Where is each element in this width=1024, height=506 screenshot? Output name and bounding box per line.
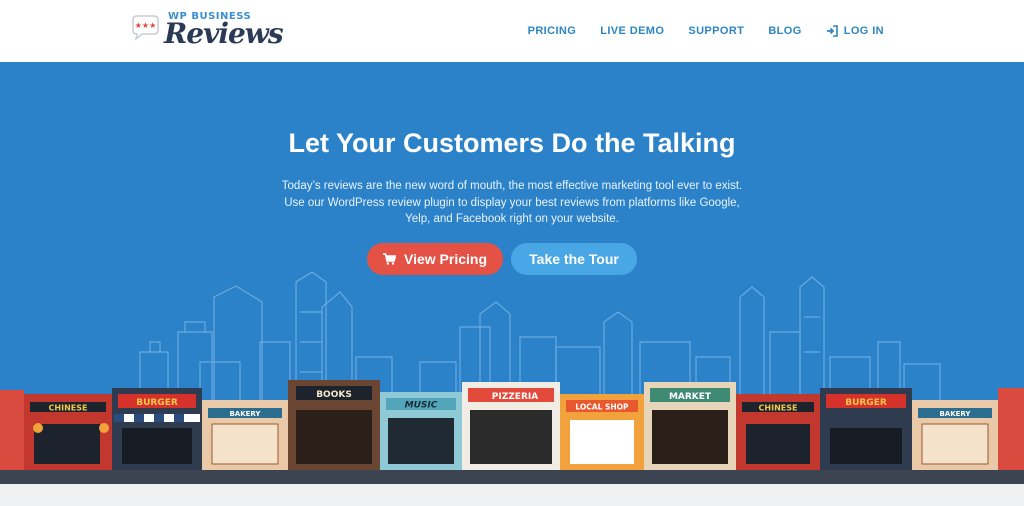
svg-text:★★★: ★★★ bbox=[135, 21, 157, 30]
take-the-tour-button[interactable]: Take the Tour bbox=[511, 243, 637, 275]
sign-bakery-2: BAKERY bbox=[939, 410, 971, 418]
sign-burger-2: BURGER bbox=[845, 398, 887, 408]
nav-blog-label: BLOG bbox=[768, 25, 802, 37]
sign-books: BOOKS bbox=[316, 390, 352, 400]
hero-description: Today’s reviews are the new word of mout… bbox=[281, 180, 743, 225]
sign-bakery: BAKERY bbox=[229, 410, 261, 418]
hero-buttons: View Pricing Take the Tour bbox=[0, 243, 1024, 275]
sign-chinese: CHINESE bbox=[49, 404, 88, 413]
sign-burger: BURGER bbox=[136, 398, 178, 408]
nav-pricing[interactable]: PRICING bbox=[528, 25, 577, 37]
view-pricing-label: View Pricing bbox=[404, 251, 487, 267]
nav-pricing-label: PRICING bbox=[527, 25, 577, 37]
nav-blog[interactable]: BLOG bbox=[768, 25, 801, 37]
nav-log-in-label: LOG IN bbox=[843, 25, 884, 37]
nav-live-demo-label: LIVE DEMO bbox=[600, 25, 665, 37]
speech-bubble-stars-icon: ★★★ bbox=[132, 15, 159, 41]
main-nav: PRICING LIVE DEMO SUPPORT BLOG LOG IN bbox=[528, 0, 884, 62]
hero-title: Let Your Customers Do the Talking bbox=[288, 128, 736, 158]
brand-logo[interactable]: ★★★ WP BUSINESS Reviews bbox=[130, 9, 284, 53]
nav-log-in[interactable]: LOG IN bbox=[826, 25, 884, 37]
take-the-tour-label: Take the Tour bbox=[529, 251, 619, 267]
login-icon bbox=[826, 25, 838, 37]
sign-market: MARKET bbox=[669, 392, 712, 402]
sign-music: MUSIC bbox=[405, 401, 438, 411]
view-pricing-button[interactable]: View Pricing bbox=[367, 243, 503, 275]
sign-chinese-2: CHINESE bbox=[759, 404, 798, 413]
storefront-street-illustration: CHINESE BURGER BAKERY BOOKS MUSIC PIZZER… bbox=[0, 380, 1024, 484]
sign-pizzeria: PIZZERIA bbox=[492, 392, 538, 402]
hero-section: Let Your Customers Do the Talking Today’… bbox=[0, 62, 1024, 484]
below-hero-strip bbox=[0, 484, 1024, 506]
brand-main-text: Reviews bbox=[164, 17, 284, 50]
cart-icon bbox=[383, 253, 396, 265]
nav-support[interactable]: SUPPORT bbox=[688, 25, 744, 37]
nav-live-demo[interactable]: LIVE DEMO bbox=[600, 25, 664, 37]
nav-support-label: SUPPORT bbox=[688, 25, 745, 37]
site-header: ★★★ WP BUSINESS Reviews PRICING LIVE DEM… bbox=[0, 0, 1024, 62]
sign-local-shop: LOCAL SHOP bbox=[575, 403, 629, 412]
